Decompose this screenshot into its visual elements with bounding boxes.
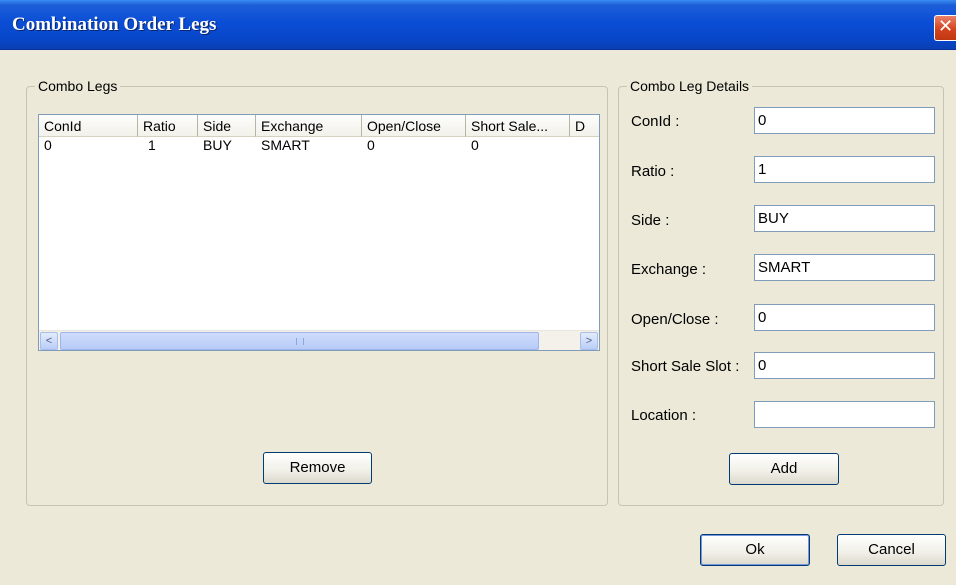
location-field[interactable]	[754, 401, 935, 428]
conid-field[interactable]: 0	[754, 107, 935, 134]
cell-short-sale: 0	[471, 137, 479, 153]
column-header-exchange[interactable]: Exchange	[256, 115, 362, 137]
open-close-field[interactable]: 0	[754, 304, 935, 331]
list-header: ConId Ratio Side Exchange Open/Close Sho…	[39, 115, 599, 137]
chevron-left-icon: <	[45, 335, 53, 347]
table-row[interactable]: 0 1 BUY SMART 0 0	[39, 137, 599, 153]
title-bar: Combination Order Legs ✕	[0, 0, 956, 50]
side-label: Side :	[631, 212, 670, 229]
add-button[interactable]: Add	[729, 453, 839, 485]
cell-ratio: 1	[148, 137, 156, 153]
window-title: Combination Order Legs	[12, 14, 217, 35]
column-header-short-sale[interactable]: Short Sale...	[466, 115, 570, 137]
column-header-ratio[interactable]: Ratio	[138, 115, 198, 137]
combo-legs-legend: Combo Legs	[35, 78, 121, 94]
ratio-label: Ratio :	[631, 163, 675, 180]
location-label: Location :	[631, 407, 697, 424]
cancel-button[interactable]: Cancel	[837, 534, 946, 566]
chevron-right-icon: >	[585, 335, 593, 347]
scroll-right-button[interactable]: >	[580, 332, 598, 350]
grip-icon	[296, 338, 304, 345]
column-header-side[interactable]: Side	[198, 115, 256, 137]
ratio-field[interactable]: 1	[754, 156, 935, 183]
column-header-open-close[interactable]: Open/Close	[362, 115, 466, 137]
ok-button[interactable]: Ok	[700, 534, 810, 566]
short-sale-slot-label: Short Sale Slot :	[631, 358, 740, 375]
open-close-label: Open/Close :	[631, 311, 719, 328]
side-field[interactable]: BUY	[754, 205, 935, 232]
short-sale-slot-field[interactable]: 0	[754, 352, 935, 379]
exchange-label: Exchange :	[631, 261, 707, 278]
cell-side: BUY	[203, 137, 232, 153]
conid-label: ConId :	[631, 113, 680, 130]
close-icon: ✕	[937, 16, 954, 37]
exchange-field[interactable]: SMART	[754, 254, 935, 281]
cell-conid: 0	[44, 137, 52, 153]
horizontal-scrollbar[interactable]: < >	[39, 330, 599, 350]
scroll-thumb[interactable]	[60, 332, 539, 350]
close-button[interactable]: ✕	[934, 15, 956, 41]
cell-open-close: 0	[367, 137, 375, 153]
dialog-body: Combo Legs ConId Ratio Side Exchange Ope…	[0, 50, 956, 585]
combo-legs-group: Combo Legs ConId Ratio Side Exchange Ope…	[26, 78, 608, 506]
remove-button[interactable]: Remove	[263, 452, 372, 484]
column-header-conid[interactable]: ConId	[39, 115, 138, 137]
column-header-d[interactable]: D	[570, 115, 599, 137]
cell-exchange: SMART	[261, 137, 310, 153]
combo-leg-details-legend: Combo Leg Details	[627, 78, 753, 94]
scroll-left-button[interactable]: <	[40, 332, 58, 350]
combo-legs-list[interactable]: ConId Ratio Side Exchange Open/Close Sho…	[38, 114, 600, 351]
combo-leg-details-group: Combo Leg Details ConId : 0 Ratio : 1 Si…	[618, 78, 944, 506]
